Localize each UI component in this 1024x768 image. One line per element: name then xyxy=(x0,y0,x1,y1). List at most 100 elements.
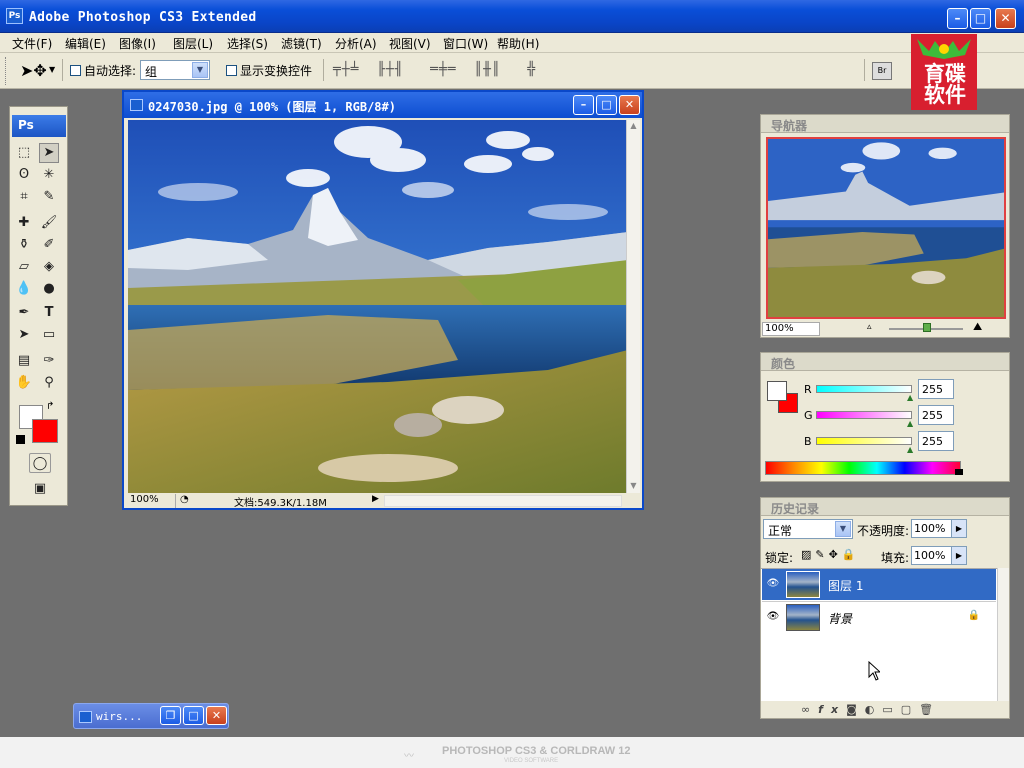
green-channel-slider[interactable] xyxy=(816,411,912,419)
app-title-bar[interactable]: Ps Adobe Photoshop CS3 Extended – □ ✕ xyxy=(0,0,1024,33)
hand-tool-icon[interactable]: ✋ xyxy=(14,373,34,393)
move-tool-icon[interactable]: ➤ xyxy=(39,143,59,163)
paint-bucket-tool-icon[interactable]: ◈ xyxy=(39,257,59,277)
color-spectrum-ramp[interactable] xyxy=(765,461,961,475)
slice-tool-icon[interactable]: ✎ xyxy=(39,187,59,207)
history-brush-tool-icon[interactable]: ✐ xyxy=(39,235,59,255)
fill-input[interactable]: 100% xyxy=(911,546,955,565)
close-button[interactable]: ✕ xyxy=(206,706,227,725)
scroll-up-icon[interactable]: ▲ xyxy=(628,121,639,132)
menu-filter[interactable]: 滤镜(T) xyxy=(281,35,322,52)
align-hcenter-icon[interactable]: ┼ xyxy=(386,62,395,77)
visibility-eye-icon[interactable]: 👁 xyxy=(766,578,780,590)
lasso-tool-icon[interactable]: ʘ xyxy=(14,165,34,185)
auto-align-icon[interactable]: ╬ xyxy=(527,62,536,77)
color-panel-foreground-swatch[interactable] xyxy=(767,381,787,401)
align-vcenter-icon[interactable]: ┼ xyxy=(342,62,351,77)
eyedropper-tool-icon[interactable]: ✑ xyxy=(39,351,59,371)
document-zoom-field[interactable]: 100% xyxy=(130,494,176,508)
magic-wand-tool-icon[interactable]: ✳ xyxy=(39,165,59,185)
align-top-icon[interactable]: ╤ xyxy=(333,62,342,77)
layer-row[interactable]: 👁 图层 1 xyxy=(762,569,996,600)
lock-all-icon[interactable]: 🔒 xyxy=(842,548,860,561)
green-slider-thumb[interactable]: ▲ xyxy=(907,419,913,428)
eraser-tool-icon[interactable]: ▱ xyxy=(14,257,34,277)
brush-tool-icon[interactable]: 🖌 xyxy=(39,213,59,233)
red-slider-thumb[interactable]: ▲ xyxy=(907,393,913,402)
path-selection-tool-icon[interactable]: ➤ xyxy=(14,325,34,345)
marquee-tool-icon[interactable]: ⬚ xyxy=(14,143,34,163)
chevron-down-icon[interactable]: ▼ xyxy=(49,65,55,74)
document-close-button[interactable]: ✕ xyxy=(619,95,640,115)
black-swatch[interactable] xyxy=(955,469,963,475)
image-canvas[interactable] xyxy=(128,120,628,493)
adjustment-layer-icon[interactable]: ◐ xyxy=(865,703,883,716)
red-value-input[interactable]: 255 xyxy=(918,379,954,399)
link-layers-icon[interactable]: ∞ xyxy=(801,703,818,716)
history-panel-header[interactable]: 历史记录 xyxy=(761,498,1009,516)
green-value-input[interactable]: 255 xyxy=(918,405,954,425)
pen-tool-icon[interactable]: ✒ xyxy=(14,303,34,323)
zoom-out-icon[interactable]: ▵ xyxy=(867,322,872,332)
layer-mask-icon[interactable]: ◙ xyxy=(846,703,865,716)
lock-paint-icon[interactable]: ✎ xyxy=(815,548,828,561)
navigator-panel-header[interactable]: 导航器 xyxy=(761,115,1009,133)
lock-position-icon[interactable]: ✥ xyxy=(829,548,842,561)
blue-value-input[interactable]: 255 xyxy=(918,431,954,451)
blue-slider-thumb[interactable]: ▲ xyxy=(907,445,913,454)
layer-row[interactable]: 👁 背景 🔒 xyxy=(762,601,996,632)
align-right-icon[interactable]: ╢ xyxy=(395,62,404,77)
quick-mask-icon[interactable]: ◯ xyxy=(29,453,51,473)
auto-select-dropdown[interactable]: 组 ▼ xyxy=(140,60,210,80)
opacity-input[interactable]: 100% xyxy=(911,519,955,538)
navigator-zoom-field[interactable]: 100% xyxy=(762,322,820,336)
document-maximize-button[interactable]: □ xyxy=(596,95,617,115)
minimize-button[interactable]: – xyxy=(947,8,968,29)
menu-window[interactable]: 窗口(W) xyxy=(443,35,488,52)
menu-image[interactable]: 图像(I) xyxy=(119,35,156,52)
zoom-tool-icon[interactable]: ⚲ xyxy=(39,373,59,393)
visibility-eye-icon[interactable]: 👁 xyxy=(766,611,780,623)
maximize-button[interactable]: □ xyxy=(970,8,991,29)
menu-view[interactable]: 视图(V) xyxy=(389,35,431,52)
delete-layer-icon[interactable]: 🗑 xyxy=(919,703,941,716)
distribute-right-icon[interactable]: ║ xyxy=(492,62,501,77)
blue-channel-slider[interactable] xyxy=(816,437,912,445)
document-minimize-button[interactable]: – xyxy=(573,95,594,115)
swap-colors-icon[interactable]: ↱ xyxy=(46,401,54,412)
default-colors-icon[interactable] xyxy=(16,435,25,444)
document-title-bar[interactable]: 0247030.jpg @ 100% (图层 1, RGB/8#) – □ ✕ xyxy=(124,92,642,118)
blur-tool-icon[interactable]: 💧 xyxy=(14,279,34,299)
new-group-icon[interactable]: ▭ xyxy=(882,703,900,716)
healing-brush-tool-icon[interactable]: ✚ xyxy=(14,213,34,233)
zoom-in-icon[interactable]: ⛰ xyxy=(973,320,982,334)
opacity-arrow-icon[interactable]: ▶ xyxy=(951,519,967,538)
auto-select-checkbox[interactable] xyxy=(70,65,81,76)
show-transform-checkbox[interactable] xyxy=(226,65,237,76)
notes-tool-icon[interactable]: ▤ xyxy=(14,351,34,371)
menu-layer[interactable]: 图层(L) xyxy=(173,35,213,52)
menu-help[interactable]: 帮助(H) xyxy=(497,35,539,52)
close-button[interactable]: ✕ xyxy=(995,8,1016,29)
minimized-document-window[interactable]: wirs... ❐ □ ✕ xyxy=(73,703,229,729)
options-bar-grip[interactable] xyxy=(5,57,8,85)
distribute-top-icon[interactable]: ═ xyxy=(430,62,439,77)
menu-file[interactable]: 文件(F) xyxy=(12,35,52,52)
background-color-swatch[interactable] xyxy=(32,419,58,443)
menu-select[interactable]: 选择(S) xyxy=(227,35,268,52)
align-bottom-icon[interactable]: ╧ xyxy=(351,62,360,77)
color-panel-header[interactable]: 颜色 xyxy=(761,353,1009,371)
align-left-icon[interactable]: ╟ xyxy=(377,62,386,77)
restore-button[interactable]: ❐ xyxy=(160,706,181,725)
status-menu-arrow-icon[interactable]: ▶ xyxy=(372,494,379,504)
distribute-vcenter-icon[interactable]: ╪ xyxy=(439,62,448,77)
distribute-left-icon[interactable]: ║ xyxy=(474,62,483,77)
status-options-icon[interactable]: ◔ xyxy=(180,494,189,505)
shape-tool-icon[interactable]: ▭ xyxy=(39,325,59,345)
distribute-hcenter-icon[interactable]: ╫ xyxy=(483,62,492,77)
horizontal-scrollbar[interactable] xyxy=(384,495,622,507)
layers-scrollbar[interactable] xyxy=(997,568,1009,701)
red-channel-slider[interactable] xyxy=(816,385,912,393)
menu-analysis[interactable]: 分析(A) xyxy=(335,35,377,52)
maximize-button[interactable]: □ xyxy=(183,706,204,725)
